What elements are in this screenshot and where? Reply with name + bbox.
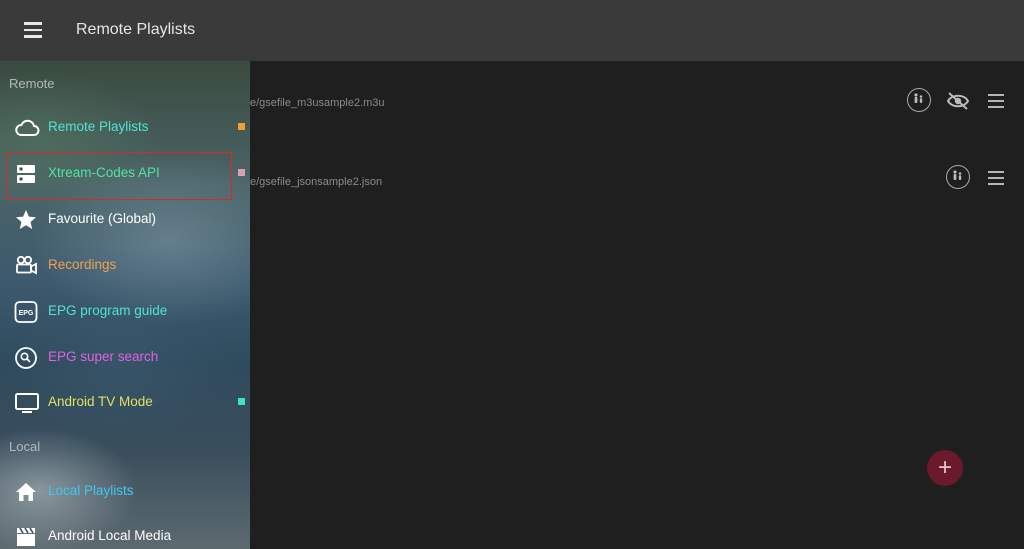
drawer-item-label: Favourite (Global): [48, 211, 157, 226]
page-title: Remote Playlists: [76, 21, 196, 38]
epg-icon: EPG: [14, 300, 38, 324]
indicator-dot: [238, 123, 245, 130]
drawer-item-label: Local Playlists: [48, 483, 134, 498]
app-bar: Remote Playlists: [0, 0, 1024, 61]
drawer-item-label: Remote Playlists: [48, 119, 149, 134]
drawer-item-remote-playlists[interactable]: Remote Playlists: [0, 106, 250, 150]
more-menu-icon[interactable]: [988, 171, 1004, 185]
drawer-item-label: Android Local Media: [48, 528, 172, 543]
search-icon: [14, 346, 38, 370]
drawer-item-android-tv-mode[interactable]: Android TV Mode: [0, 381, 250, 425]
parental-lock-icon[interactable]: [946, 165, 970, 189]
movie-camera-icon: [14, 254, 38, 278]
playlist-row[interactable]: e/gsefile_jsonsample2.json: [250, 164, 1024, 204]
playlist-path: e/gsefile_jsonsample2.json: [250, 176, 383, 188]
drawer-item-label: Android TV Mode: [48, 394, 153, 409]
playlist-row[interactable]: e/gsefile_m3usample2.m3u: [250, 85, 1024, 125]
more-menu-icon[interactable]: [988, 94, 1004, 108]
navigation-drawer: Remote Remote Playlists Xtream-Codes API…: [0, 61, 250, 549]
drawer-item-label: EPG program guide: [48, 303, 168, 318]
section-label-remote: Remote: [9, 76, 55, 91]
drawer-item-favourite[interactable]: Favourite (Global): [0, 198, 250, 242]
drawer-item-epg-program-guide[interactable]: EPG EPG program guide: [0, 290, 250, 334]
drawer-item-local-playlists[interactable]: Local Playlists: [0, 470, 250, 514]
cloud-icon: [14, 116, 40, 140]
indicator-dot: [238, 398, 245, 405]
hamburger-menu-icon[interactable]: [24, 22, 42, 38]
clapperboard-icon: [14, 525, 38, 549]
tv-icon: [14, 391, 39, 415]
svg-text:EPG: EPG: [19, 310, 34, 317]
drawer-item-epg-super-search[interactable]: EPG super search: [0, 336, 250, 380]
parental-lock-icon[interactable]: [907, 88, 931, 112]
drawer-item-recordings[interactable]: Recordings: [0, 244, 250, 288]
drawer-item-label: Recordings: [48, 257, 117, 272]
drawer-item-android-local-media[interactable]: Android Local Media: [0, 515, 250, 549]
hidden-eye-icon[interactable]: [946, 89, 970, 113]
section-label-local: Local: [9, 439, 41, 454]
playlist-list: e/gsefile_m3usample2.m3u e/gsefile_jsons…: [250, 61, 1024, 549]
drawer-item-label: EPG super search: [48, 349, 159, 364]
indicator-dot: [238, 169, 245, 176]
selection-highlight: [6, 152, 232, 200]
home-icon: [14, 480, 38, 504]
playlist-path: e/gsefile_m3usample2.m3u: [250, 97, 385, 109]
star-icon: [14, 208, 38, 232]
add-playlist-button[interactable]: +: [927, 450, 963, 486]
